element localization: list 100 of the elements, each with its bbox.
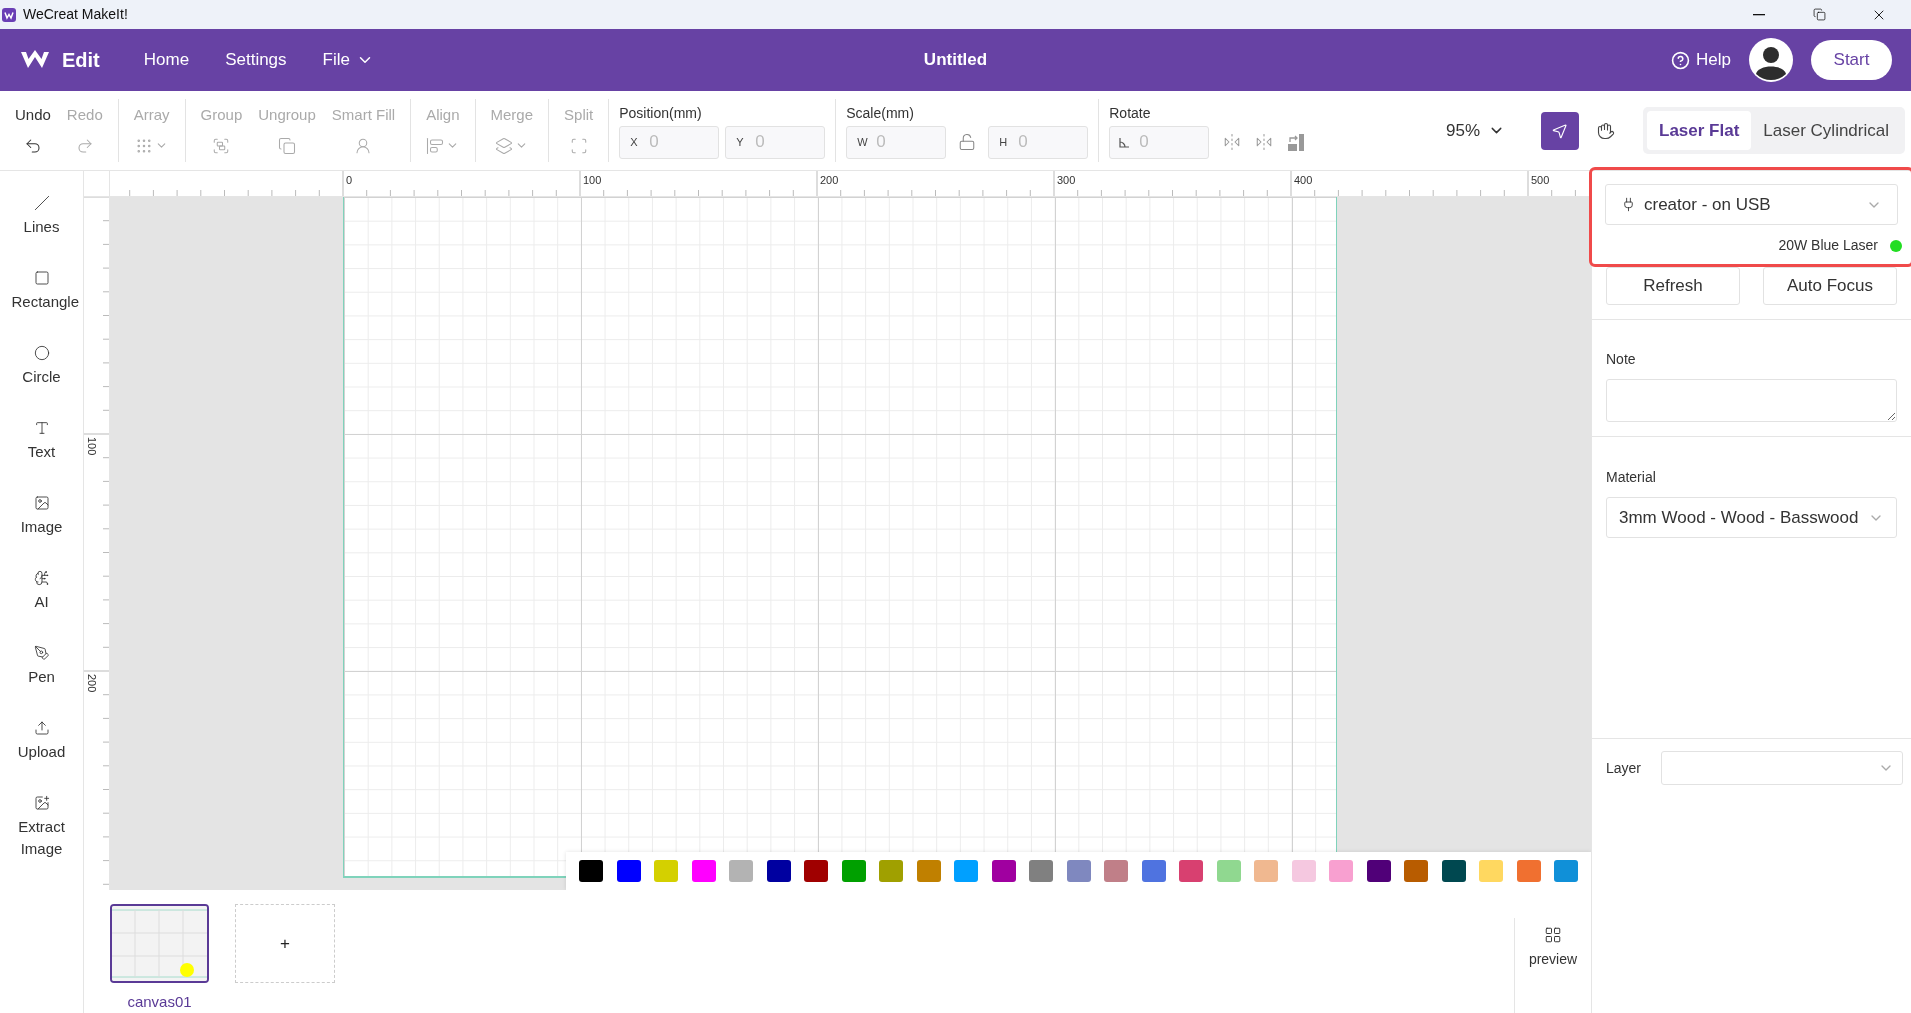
color-swatch[interactable] [766, 860, 791, 882]
nav-link[interactable]: Settings [217, 47, 295, 73]
ruler-label: 500 [1531, 173, 1550, 188]
pointer-icon [1551, 121, 1569, 140]
undo-icon [23, 136, 42, 155]
panel-button[interactable]: Auto Focus [1763, 267, 1897, 305]
color-swatch[interactable] [1554, 860, 1578, 882]
rotate-label: Rotate [1109, 103, 1152, 123]
color-swatch[interactable] [804, 860, 828, 882]
ai-icon [33, 570, 50, 586]
help-icon [1671, 50, 1691, 70]
color-swatch[interactable] [1479, 860, 1503, 882]
start-button[interactable]: Start [1811, 40, 1892, 80]
sidebar-tool[interactable]: Circle [1, 345, 82, 420]
avatar-icon[interactable] [1749, 38, 1793, 82]
logo-icon [20, 50, 50, 70]
scale-label: Scale(mm) [846, 103, 915, 123]
sidebar-tool[interactable]: AI [1, 570, 82, 645]
color-swatch[interactable] [1216, 860, 1241, 882]
color-swatch[interactable] [1104, 860, 1128, 882]
material-label: Material [1606, 469, 1656, 485]
redo-icon [75, 136, 94, 155]
rectangle-icon [33, 270, 50, 286]
material-select[interactable]: 3mm Wood - Wood - Basswood [1606, 497, 1897, 538]
dot-grid-icon [135, 136, 154, 155]
color-swatch[interactable] [1254, 860, 1278, 882]
color-swatch[interactable] [916, 860, 941, 882]
add-canvas-button[interactable]: + [235, 904, 335, 983]
color-swatch[interactable] [1366, 860, 1391, 882]
color-swatch[interactable] [1516, 860, 1541, 882]
pen-icon [33, 645, 50, 661]
select-tool-button[interactable] [1541, 111, 1579, 150]
ruler-label: 0 [346, 173, 353, 188]
field-prefix: W [857, 134, 868, 149]
color-swatch[interactable] [1441, 860, 1466, 882]
document-title: Untitled [923, 49, 988, 72]
unlock-icon[interactable] [958, 133, 977, 151]
color-swatch[interactable] [616, 860, 641, 882]
field-prefix: X [630, 134, 638, 149]
sidebar-tool[interactable]: Lines [1, 195, 82, 270]
hand-icon [1597, 121, 1615, 140]
help-button[interactable]: Help [1671, 47, 1731, 73]
field-prefix: Y [736, 134, 744, 149]
color-swatch[interactable] [841, 860, 866, 882]
ruler-label: 100 [85, 437, 99, 456]
ruler-label: 200 [85, 674, 99, 693]
color-swatch[interactable] [954, 860, 978, 882]
sidebar-tool[interactable]: Upload [1, 720, 82, 795]
mode-tab[interactable]: Laser Cylindrical [1751, 111, 1901, 150]
flip-horizontal-icon[interactable] [1223, 133, 1242, 151]
color-swatch[interactable] [729, 860, 753, 882]
group-icon [212, 136, 231, 155]
color-swatch[interactable] [1329, 860, 1353, 882]
nav-link[interactable]: Home [135, 47, 198, 73]
arrange-icon[interactable] [1287, 132, 1306, 152]
align-icon [426, 136, 445, 155]
canvas-name: canvas01 [127, 992, 192, 1012]
layer-label: Layer [1606, 758, 1642, 778]
undo-button[interactable]: Undo [7, 104, 59, 157]
color-swatch[interactable] [1029, 860, 1053, 882]
device-select[interactable]: creator - on USB [1605, 184, 1898, 225]
color-swatch[interactable] [1141, 860, 1166, 882]
sidebar-tool[interactable]: Text [1, 420, 82, 495]
color-swatch[interactable] [991, 860, 1016, 882]
sidebar-tool[interactable]: Rectangle [1, 270, 82, 345]
note-field[interactable] [1606, 379, 1897, 422]
ruler-label: 300 [1057, 173, 1076, 188]
section-title: Edit [62, 48, 100, 73]
sidebar-tool[interactable]: Image [1, 495, 82, 570]
ruler-label: 200 [820, 173, 839, 188]
restore-icon [1812, 8, 1826, 21]
circle-icon [33, 345, 50, 361]
mode-tab[interactable]: Laser Flat [1647, 111, 1752, 150]
text-icon [33, 420, 50, 436]
panel-button[interactable]: Refresh [1606, 267, 1740, 305]
nav-link[interactable]: File [314, 47, 382, 73]
color-swatch[interactable] [1179, 860, 1203, 882]
color-swatch[interactable] [879, 860, 903, 882]
flip-vertical-icon[interactable] [1255, 133, 1274, 151]
sidebar-tool[interactable]: Extract Image [1, 795, 82, 870]
rotate-field[interactable]: 0 [1109, 125, 1210, 159]
overlapping-squares-icon [278, 136, 297, 155]
split-icon [569, 136, 588, 155]
color-swatch[interactable] [1066, 860, 1091, 882]
sidebar-tool[interactable]: Pen [1, 645, 82, 720]
angle-icon [1119, 136, 1131, 148]
note-label: Note [1606, 351, 1636, 367]
color-swatch[interactable] [654, 860, 678, 882]
color-swatch[interactable] [1291, 860, 1316, 882]
extract-image-icon [33, 795, 50, 811]
image-icon [33, 495, 50, 511]
ruler-label: 100 [583, 173, 602, 188]
color-swatch[interactable] [691, 860, 716, 882]
color-swatch[interactable] [1404, 860, 1428, 882]
minimize-icon [1753, 13, 1765, 16]
zoom-dropdown[interactable]: 95% [1446, 117, 1505, 144]
color-swatch[interactable] [579, 860, 603, 882]
stamp-icon [354, 136, 373, 155]
field-prefix: H [999, 134, 1008, 149]
plug-icon [1621, 197, 1636, 212]
